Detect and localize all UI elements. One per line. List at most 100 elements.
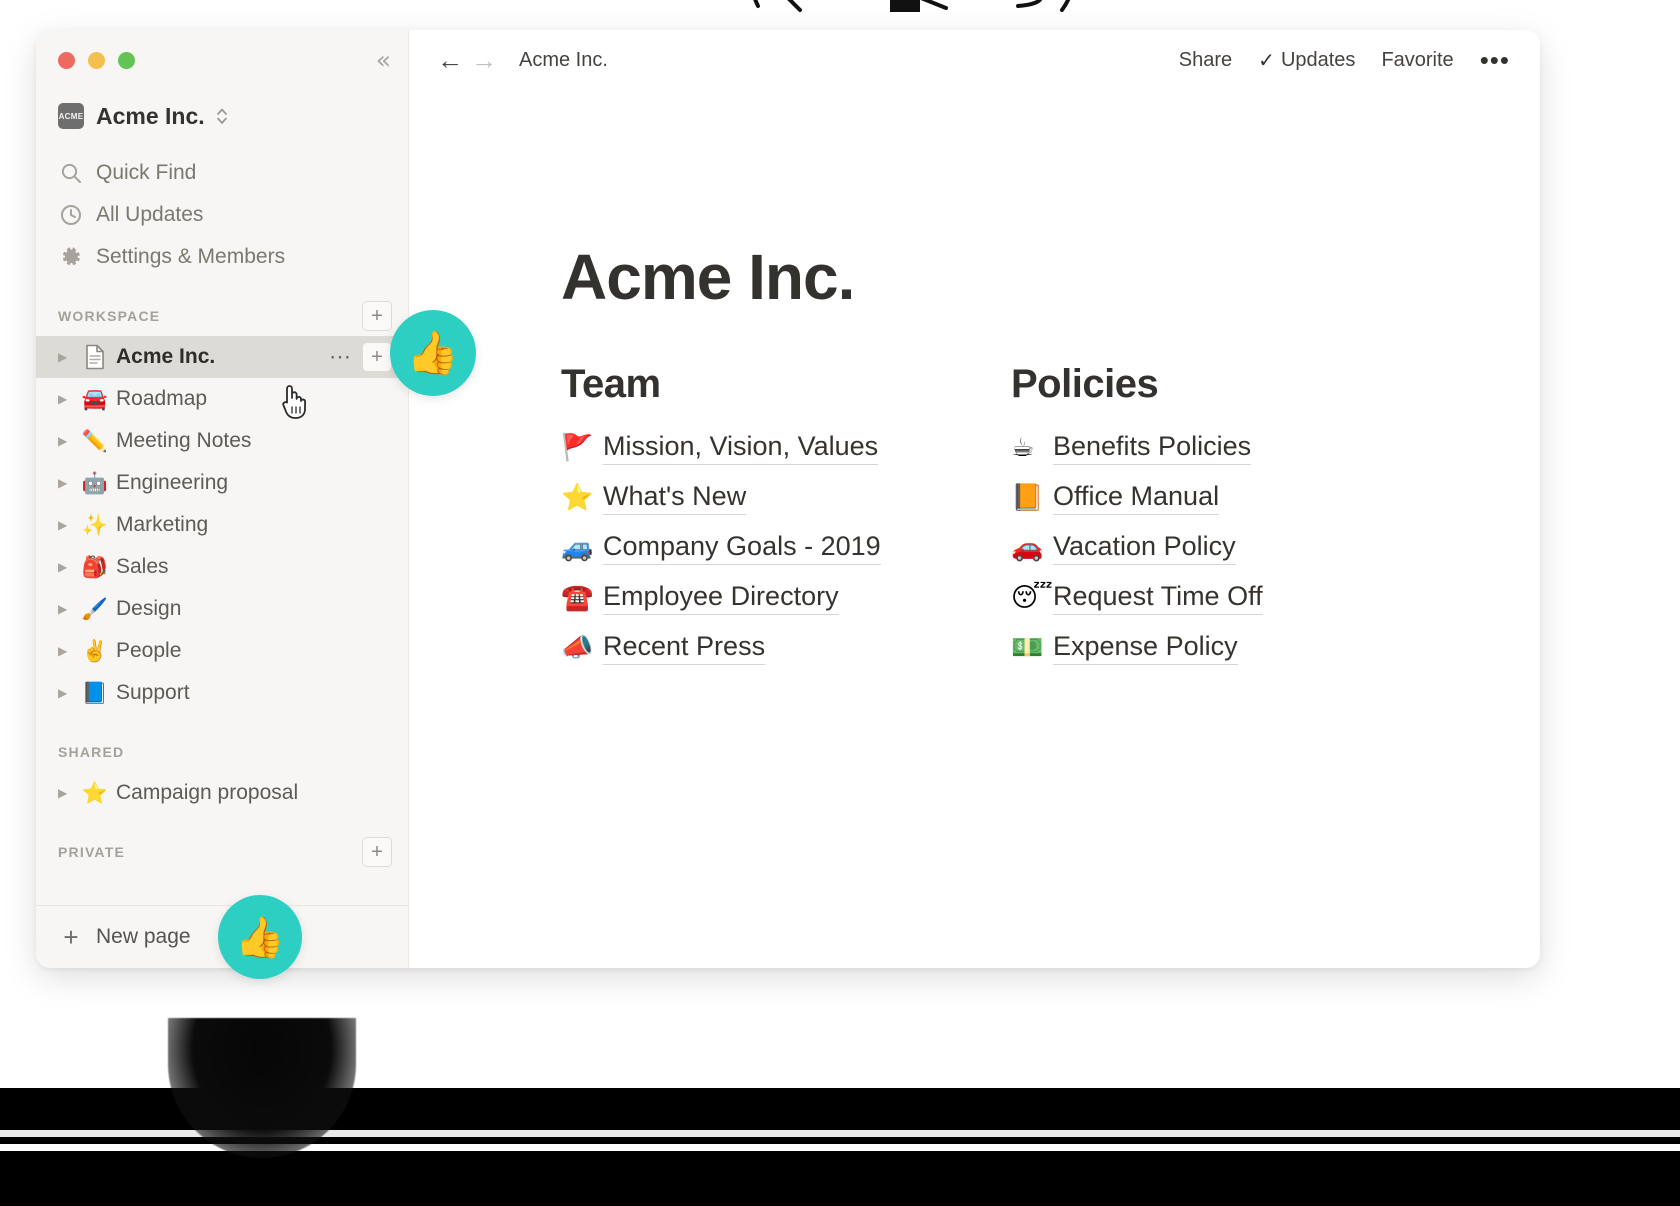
expand-triangle-icon[interactable]: ▶	[58, 519, 80, 531]
annotation-badge-thumbs-up-top: 👍	[390, 310, 476, 396]
main-pane: ← → Acme Inc. Share ✓ Updates Favorite •…	[409, 30, 1540, 968]
collapse-sidebar-icon[interactable]: «	[376, 48, 391, 73]
sidebar-page-roadmap[interactable]: ▶ 🚘 Roadmap	[36, 378, 408, 420]
back-arrow-icon[interactable]: ←	[435, 47, 465, 73]
expand-triangle-icon[interactable]: ▶	[58, 435, 80, 447]
page-link-whats-new[interactable]: ⭐ What's New	[561, 473, 1011, 523]
page-link-label: Office Manual	[1053, 481, 1220, 516]
sidebar-page-acme-inc[interactable]: ▶ Acme Inc. ⋯ +	[36, 336, 408, 378]
star-emoji-icon: ⭐	[561, 483, 594, 513]
workspace-name: Acme Inc.	[96, 102, 205, 129]
sidebar-item-label: All Updates	[96, 203, 204, 226]
expand-triangle-icon[interactable]: ▶	[58, 561, 80, 573]
sparkles-emoji-icon: ✨	[81, 512, 109, 537]
column-team: Team 🚩 Mission, Vision, Values ⭐ What's …	[561, 362, 1011, 673]
app-window: « ACME Acme Inc. Quick Find All Updates …	[36, 30, 1540, 968]
page-link-request-time-off[interactable]: 😴 Request Time Off	[1011, 573, 1451, 623]
column-policies: Policies ☕ Benefits Policies 📙 Office Ma…	[1011, 362, 1451, 673]
section-title: WORKSPACE	[58, 308, 161, 324]
row-actions: ⋯ +	[329, 342, 392, 372]
sidebar-page-meeting-notes[interactable]: ▶ ✏️ Meeting Notes	[36, 420, 408, 462]
telephone-emoji-icon: ☎️	[561, 583, 594, 613]
sidebar-page-campaign-proposal[interactable]: ▶ ⭐ Campaign proposal	[36, 772, 408, 814]
sidebar-page-label: Meeting Notes	[116, 429, 252, 452]
plus-icon: +	[63, 922, 79, 952]
expand-triangle-icon[interactable]: ▶	[58, 603, 80, 615]
page-title: Acme Inc.	[561, 241, 855, 313]
new-page-label: New page	[96, 925, 191, 948]
sidebar-page-marketing[interactable]: ▶ ✨ Marketing	[36, 504, 408, 546]
expand-triangle-icon[interactable]: ▶	[58, 351, 80, 363]
toolbar-actions: Share ✓ Updates Favorite •••	[1179, 47, 1510, 73]
more-options-icon[interactable]: •••	[1480, 47, 1510, 73]
expand-triangle-icon[interactable]: ▶	[58, 477, 80, 489]
page-link-label: What's New	[603, 481, 747, 516]
sidebar-item-settings-members[interactable]: Settings & Members	[36, 236, 408, 278]
page-link-employee-directory[interactable]: ☎️ Employee Directory	[561, 573, 1011, 623]
page-link-benefits-policies[interactable]: ☕ Benefits Policies	[1011, 423, 1451, 473]
chevron-up-down-icon[interactable]	[215, 106, 229, 126]
page-options-icon[interactable]: ⋯	[329, 346, 352, 368]
sidebar-item-all-updates[interactable]: All Updates	[36, 194, 408, 236]
sidebar-page-label: Support	[116, 681, 190, 704]
top-toolbar: ← → Acme Inc. Share ✓ Updates Favorite •…	[409, 30, 1540, 90]
page-link-company-goals[interactable]: 🚙 Company Goals - 2019	[561, 523, 1011, 573]
car-emoji-icon: 🚘	[81, 386, 109, 411]
sidebar-page-design[interactable]: ▶ 🖌️ Design	[36, 588, 408, 630]
close-window-button[interactable]	[58, 51, 75, 69]
expand-triangle-icon[interactable]: ▶	[58, 687, 80, 699]
column-heading: Team	[561, 362, 661, 406]
sidebar-item-label: Quick Find	[96, 161, 197, 184]
page-link-label: Recent Press	[603, 631, 766, 666]
minimize-window-button[interactable]	[88, 51, 105, 69]
sidebar-item-quick-find[interactable]: Quick Find	[36, 152, 408, 194]
page-link-label: Request Time Off	[1053, 581, 1263, 616]
clock-icon	[58, 203, 84, 227]
updates-button[interactable]: ✓ Updates	[1258, 48, 1355, 73]
star-emoji-icon: ⭐	[81, 780, 109, 805]
section-title: PRIVATE	[58, 844, 125, 860]
share-button[interactable]: Share	[1179, 49, 1232, 72]
expand-triangle-icon[interactable]: ▶	[58, 393, 80, 405]
sidebar-page-people[interactable]: ▶ ✌️ People	[36, 630, 408, 672]
section-header-workspace: WORKSPACE +	[36, 296, 408, 336]
orange-book-emoji-icon: 📙	[1011, 483, 1044, 513]
add-workspace-page-button[interactable]: +	[362, 301, 392, 331]
coffee-emoji-icon: ☕	[1011, 433, 1035, 463]
expand-triangle-icon[interactable]: ▶	[58, 787, 80, 799]
expand-triangle-icon[interactable]: ▶	[58, 645, 80, 657]
page-link-mission-vision-values[interactable]: 🚩 Mission, Vision, Values	[561, 423, 1011, 473]
sidebar-page-support[interactable]: ▶ 📘 Support	[36, 672, 408, 714]
page-link-label: Company Goals - 2019	[603, 531, 881, 566]
breadcrumb[interactable]: Acme Inc.	[519, 49, 608, 72]
maximize-window-button[interactable]	[118, 51, 135, 69]
megaphone-emoji-icon: 📣	[561, 633, 594, 663]
add-private-page-button[interactable]: +	[362, 837, 392, 867]
gear-icon	[58, 245, 84, 269]
sidebar-page-sales[interactable]: ▶ 🎒 Sales	[36, 546, 408, 588]
add-subpage-button[interactable]: +	[362, 342, 392, 372]
updates-label: Updates	[1280, 48, 1356, 71]
check-icon: ✓	[1258, 49, 1275, 72]
page-link-label: Benefits Policies	[1053, 431, 1252, 466]
sidebar-page-engineering[interactable]: ▶ 🤖 Engineering	[36, 462, 408, 504]
sidebar-page-label: Campaign proposal	[116, 781, 299, 804]
workspace-logo-icon: ACME	[58, 103, 84, 129]
section-header-shared: SHARED	[36, 732, 408, 772]
backpack-emoji-icon: 🎒	[81, 554, 109, 579]
page-link-label: Expense Policy	[1053, 631, 1238, 666]
page-link-recent-press[interactable]: 📣 Recent Press	[561, 623, 1011, 673]
sidebar: « ACME Acme Inc. Quick Find All Updates …	[36, 30, 409, 968]
workspace-switcher[interactable]: ACME Acme Inc.	[36, 90, 408, 138]
page-link-expense-policy[interactable]: 💵 Expense Policy	[1011, 623, 1451, 673]
blue-car-emoji-icon: 🚙	[561, 533, 594, 563]
screenshot-stage: « ACME Acme Inc. Quick Find All Updates …	[0, 0, 1680, 1206]
page-link-vacation-policy[interactable]: 🚗 Vacation Policy	[1011, 523, 1451, 573]
column-heading: Policies	[1011, 362, 1159, 406]
page-link-office-manual[interactable]: 📙 Office Manual	[1011, 473, 1451, 523]
pencil-emoji-icon: ✏️	[81, 428, 109, 453]
forward-arrow-icon[interactable]: →	[469, 47, 499, 73]
favorite-button[interactable]: Favorite	[1381, 49, 1453, 72]
sidebar-page-label: Acme Inc.	[116, 345, 216, 368]
sidebar-item-label: Settings & Members	[96, 245, 286, 268]
